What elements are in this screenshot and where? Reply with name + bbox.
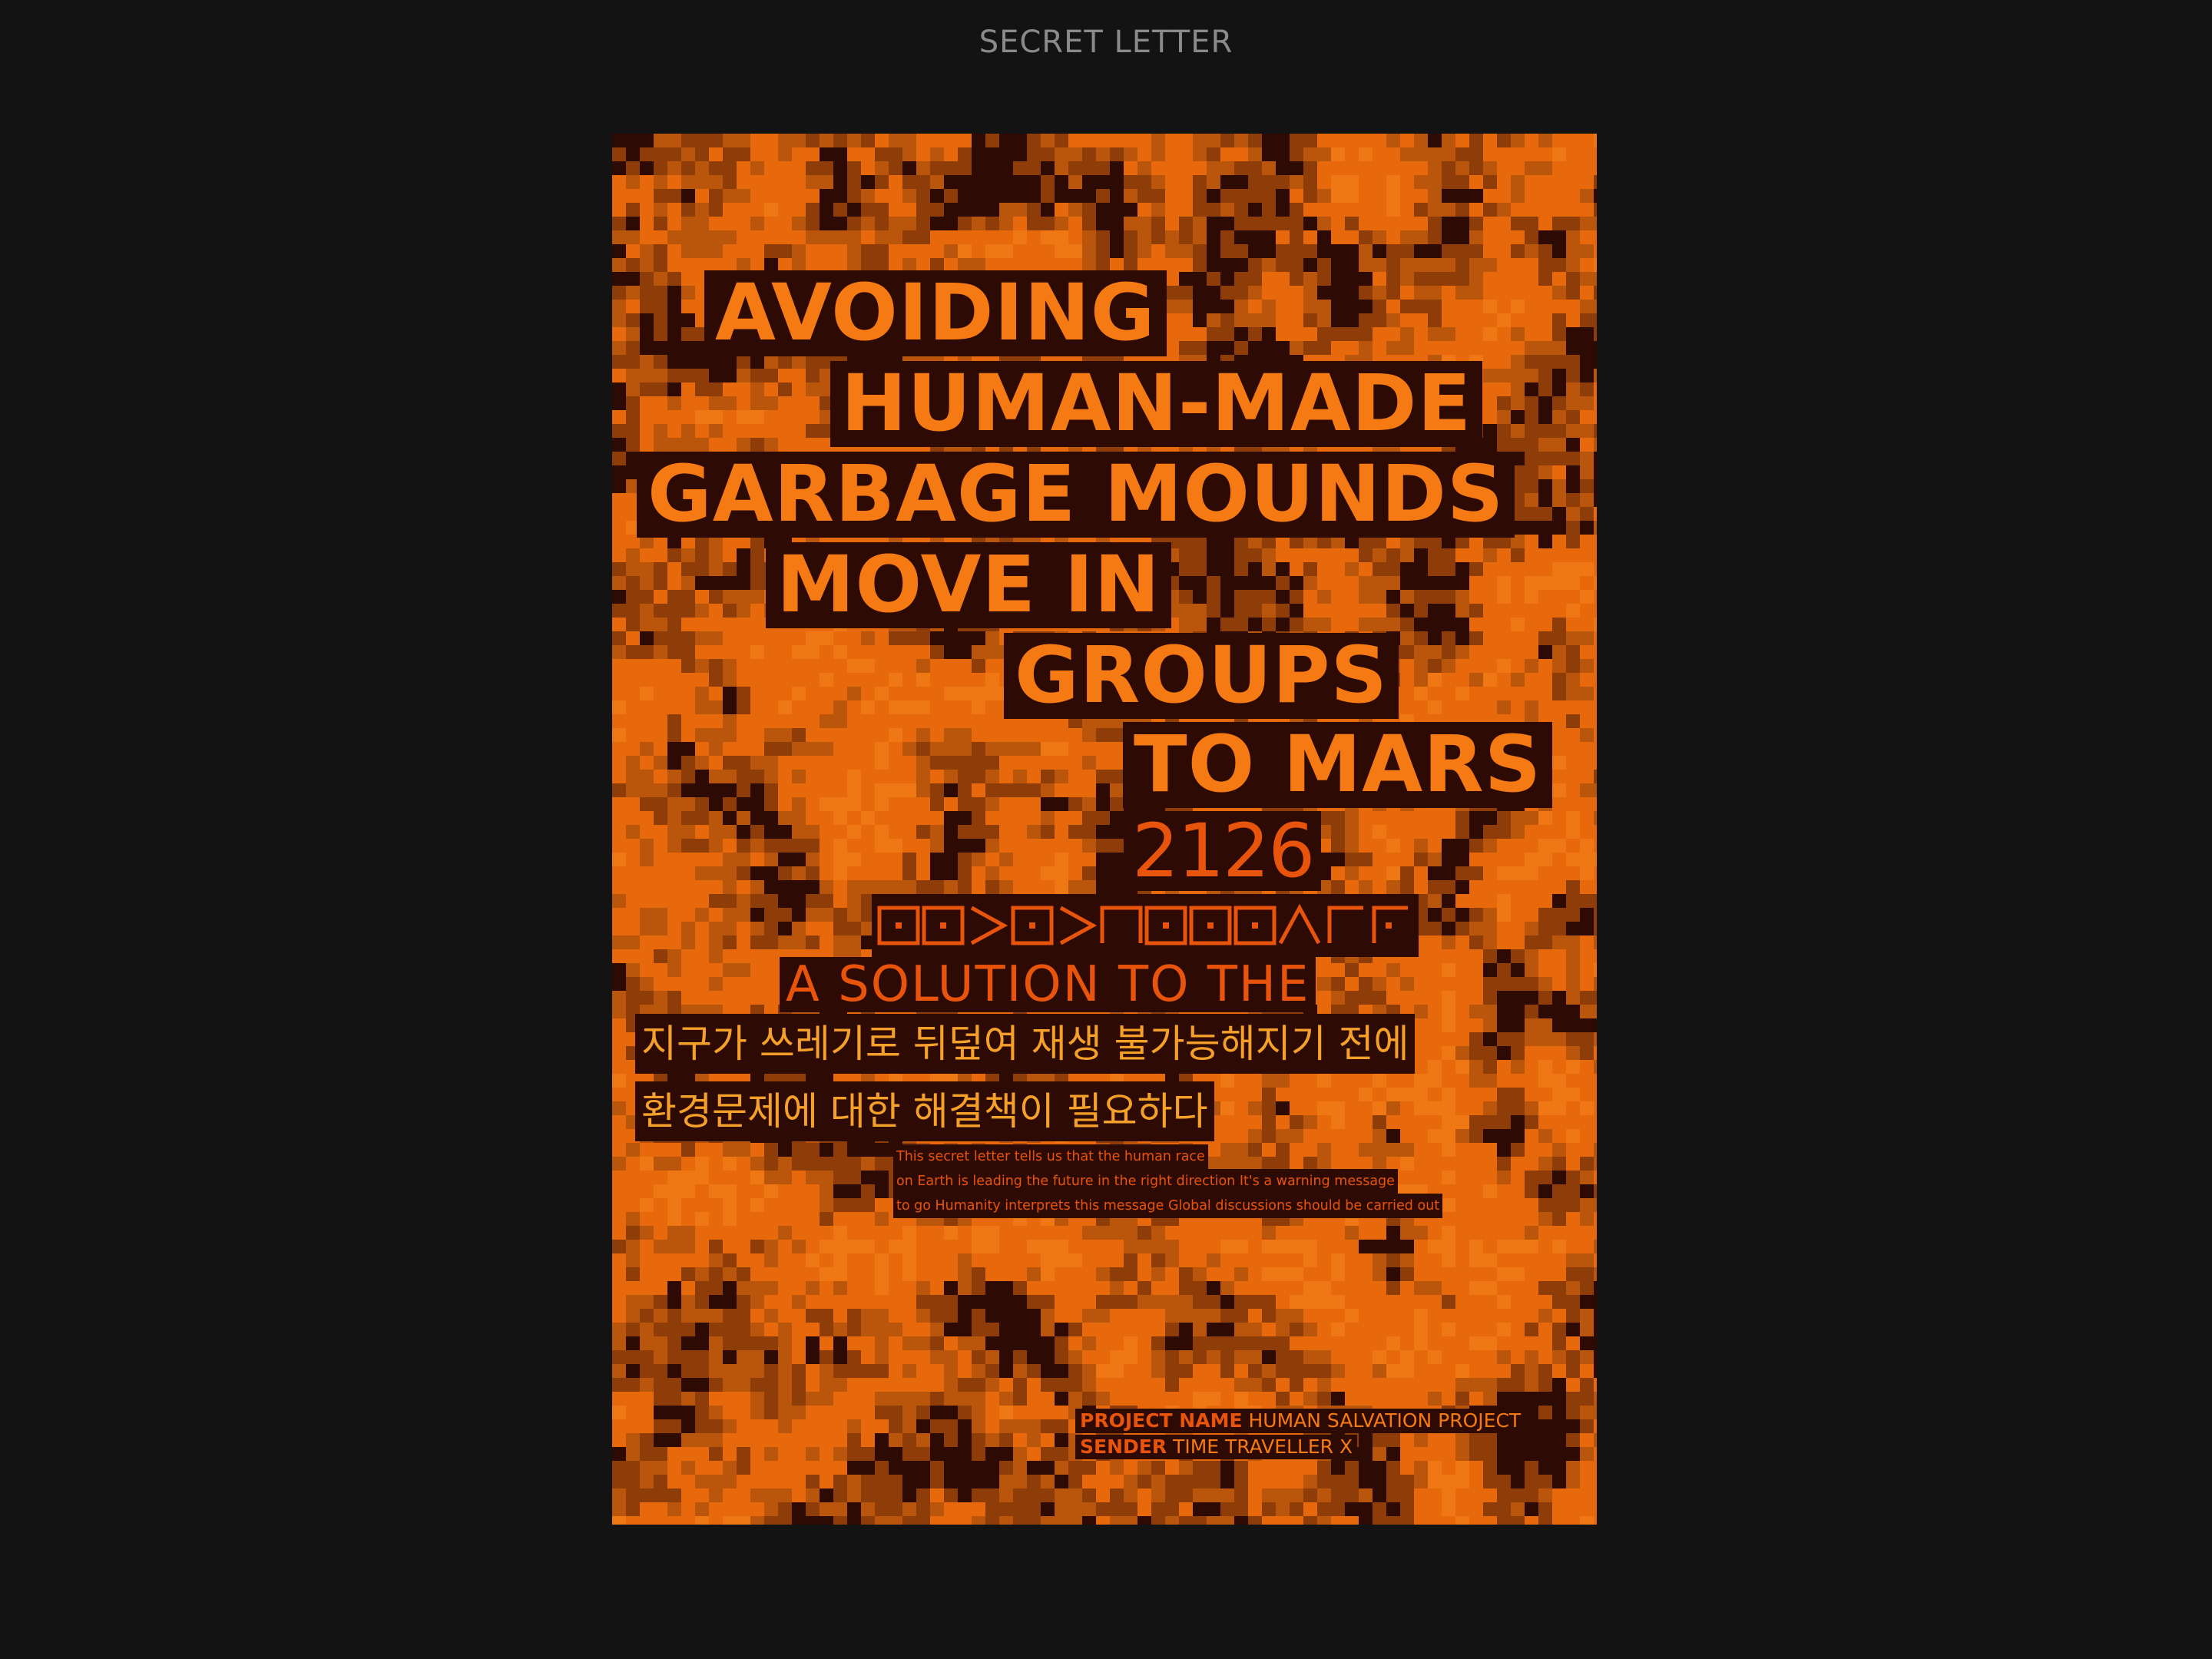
- sender-line: SENDER TIME TRAVELLER X: [1075, 1435, 1358, 1459]
- headline-line-1: AVOIDING: [704, 270, 1167, 356]
- cipher-glyph: [1372, 906, 1408, 943]
- poster: AVOIDING HUMAN-MADE GARBAGE MOUNDS MOVE …: [612, 134, 1597, 1525]
- cipher-glyph: [922, 906, 965, 945]
- cipher-glyph-row: [872, 894, 1419, 957]
- headline-line-2: HUMAN-MADE: [830, 361, 1483, 447]
- year-label: 2126: [1124, 811, 1322, 891]
- cipher-glyph: [1327, 906, 1363, 943]
- body-line-1: This secret letter tells us that the hum…: [893, 1144, 1208, 1169]
- cipher-glyph: [1011, 906, 1054, 945]
- cipher-glyph: [877, 906, 920, 945]
- project-name-label: PROJECT NAME: [1080, 1409, 1243, 1432]
- page-title: SECRET LETTER: [979, 25, 1233, 60]
- body-line-2: on Earth is leading the future in the ri…: [893, 1169, 1398, 1194]
- cipher-glyph: [1233, 906, 1277, 945]
- sender-value: TIME TRAVELLER X: [1173, 1435, 1353, 1458]
- headline-line-4: MOVE IN: [766, 542, 1171, 628]
- cipher-glyph: [1100, 906, 1143, 943]
- headline-line-6: TO MARS: [1123, 722, 1553, 808]
- project-name-value: HUMAN SALVATION PROJECT: [1248, 1409, 1522, 1432]
- cipher-glyph: [1278, 903, 1321, 945]
- subtitle: A SOLUTION TO THE: [780, 957, 1316, 1012]
- sender-label: SENDER: [1080, 1435, 1167, 1458]
- project-name-line: PROJECT NAME HUMAN SALVATION PROJECT: [1075, 1409, 1526, 1433]
- cipher-glyph: [1144, 906, 1187, 945]
- headline-line-3: GARBAGE MOUNDS: [637, 452, 1515, 538]
- cipher-glyphs: [877, 903, 1408, 945]
- cipher-glyph: [970, 906, 1008, 945]
- body-line-3: to go Humanity interprets this message G…: [893, 1194, 1443, 1218]
- korean-line-1: 지구가 쓰레기로 뒤덮여 재생 불가능해지기 전에: [635, 1014, 1416, 1074]
- cipher-glyph: [1059, 906, 1098, 945]
- korean-line-2: 환경문제에 대한 해결책이 필요하다: [635, 1081, 1214, 1141]
- headline-line-5: GROUPS: [1004, 633, 1399, 719]
- cipher-glyph: [1189, 906, 1232, 945]
